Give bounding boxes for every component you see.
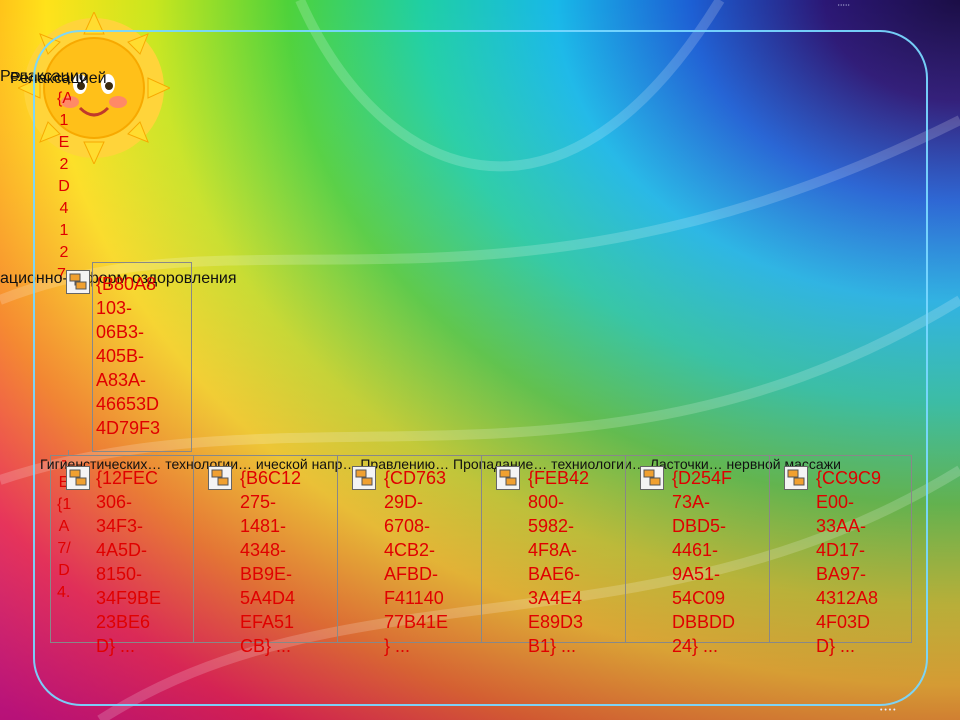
- header-strip: • • • • •: [838, 2, 850, 7]
- footer-logo: • • • •: [880, 707, 896, 714]
- rounded-frame: [33, 30, 928, 706]
